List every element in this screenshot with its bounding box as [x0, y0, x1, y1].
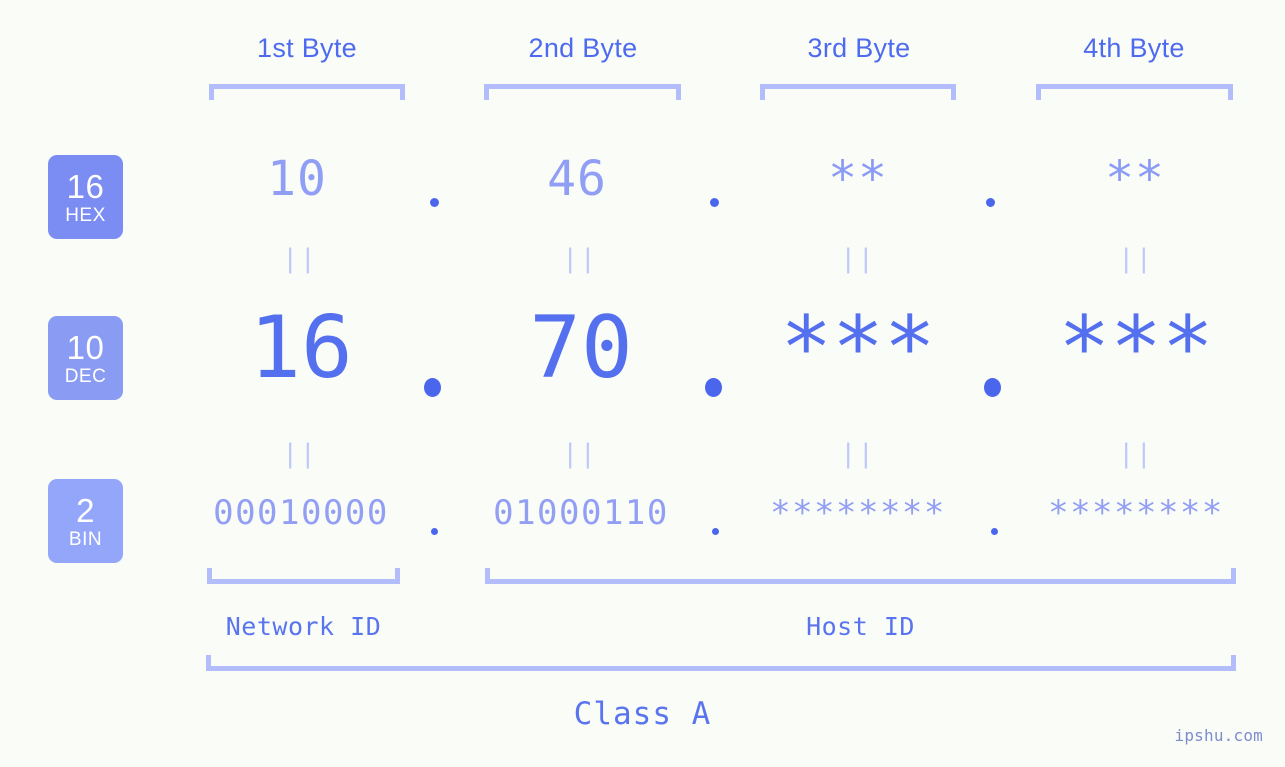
- dec-separator-dot-1: [424, 378, 441, 397]
- byte-bracket-3: [760, 84, 956, 100]
- equals-mark-decbin-2: ||: [562, 439, 598, 469]
- hex-separator-dot-1: [430, 198, 439, 207]
- hex-separator-dot-3: [986, 198, 995, 207]
- network-id-bracket: [207, 568, 400, 584]
- bin-separator-dot-2: [712, 528, 719, 535]
- hex-byte-1-value: 10: [267, 151, 327, 207]
- equals-mark-hexdec-1: ||: [282, 244, 318, 274]
- hex-byte-2-value: 46: [547, 151, 607, 207]
- equals-mark-decbin-4: ||: [1118, 439, 1154, 469]
- radix-badge-hex-number: 16: [66, 167, 105, 205]
- byte-header-1: 1st Byte: [257, 33, 357, 63]
- byte-header-3: 3rd Byte: [807, 33, 911, 63]
- class-label: Class A: [573, 696, 712, 732]
- radix-badge-bin: 2 BIN: [48, 479, 123, 563]
- byte-header-2: 2nd Byte: [528, 33, 638, 63]
- radix-badge-bin-name: BIN: [68, 528, 103, 550]
- equals-mark-hexdec-2: ||: [562, 244, 598, 274]
- dec-byte-1-value: 16: [249, 298, 353, 398]
- byte-bracket-4: [1036, 84, 1233, 100]
- dec-separator-dot-3: [984, 378, 1001, 397]
- equals-mark-decbin-3: ||: [840, 439, 876, 469]
- bin-separator-dot-1: [431, 528, 438, 535]
- host-id-label: Host ID: [806, 612, 915, 641]
- dec-byte-4-value: ***: [1058, 298, 1214, 398]
- network-id-label: Network ID: [225, 612, 382, 641]
- bin-byte-3-value: ********: [770, 493, 946, 533]
- dec-byte-2-value: 70: [529, 298, 633, 398]
- radix-badge-hex: 16 HEX: [48, 155, 123, 239]
- bin-separator-dot-3: [991, 528, 998, 535]
- equals-mark-decbin-1: ||: [282, 439, 318, 469]
- equals-mark-hexdec-4: ||: [1118, 244, 1154, 274]
- radix-badge-hex-name: HEX: [65, 204, 106, 226]
- radix-badge-dec-name: DEC: [64, 365, 107, 387]
- bin-byte-2-value: 01000110: [493, 493, 669, 533]
- byte-bracket-2: [484, 84, 681, 100]
- hex-byte-4-value: **: [1105, 151, 1165, 207]
- equals-mark-hexdec-3: ||: [840, 244, 876, 274]
- hex-separator-dot-2: [710, 198, 719, 207]
- radix-badge-dec: 10 DEC: [48, 316, 123, 400]
- class-bracket: [206, 655, 1236, 671]
- ip-address-breakdown-diagram: 1st Byte 2nd Byte 3rd Byte 4th Byte 16 H…: [0, 0, 1285, 767]
- bin-byte-1-value: 00010000: [213, 493, 389, 533]
- radix-badge-bin-number: 2: [76, 491, 95, 529]
- radix-badge-dec-number: 10: [66, 328, 105, 366]
- dec-separator-dot-2: [705, 378, 722, 397]
- hex-byte-3-value: **: [828, 151, 888, 207]
- host-id-bracket: [485, 568, 1236, 584]
- bin-byte-4-value: ********: [1048, 493, 1224, 533]
- byte-header-4: 4th Byte: [1083, 33, 1185, 63]
- dec-byte-3-value: ***: [780, 298, 936, 398]
- site-watermark: ipshu.com: [1174, 726, 1263, 745]
- byte-bracket-1: [209, 84, 405, 100]
